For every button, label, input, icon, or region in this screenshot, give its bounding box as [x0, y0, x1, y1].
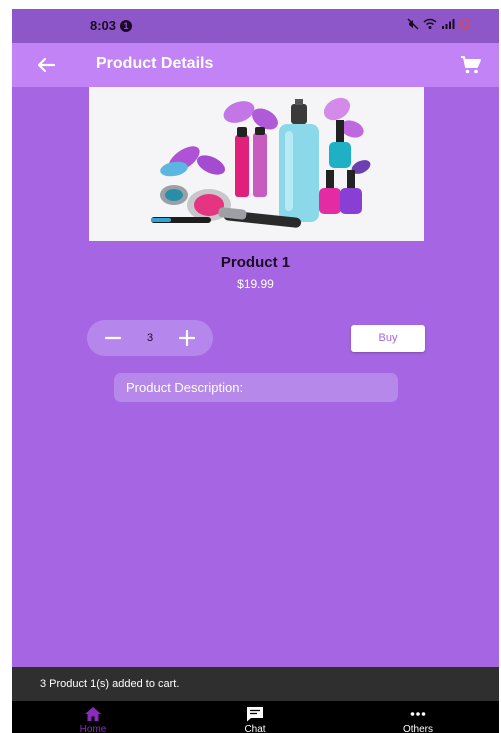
page-title: Product Details	[96, 55, 214, 72]
status-icons	[407, 18, 471, 30]
wifi-icon	[423, 18, 437, 29]
shopping-cart-icon[interactable]	[459, 53, 483, 77]
more-icon	[410, 712, 426, 716]
status-time-group: 8:03 1	[90, 18, 133, 33]
back-arrow-icon[interactable]	[34, 53, 58, 77]
product-description-label: Product Description:	[114, 373, 398, 402]
nav-item-others[interactable]: Others	[368, 701, 468, 733]
minus-icon[interactable]	[104, 329, 122, 347]
nav-item-chat[interactable]: Chat	[205, 701, 305, 733]
nav-label-home: Home	[79, 724, 107, 733]
mute-icon	[407, 18, 419, 30]
nav-label-chat: Chat	[244, 724, 266, 733]
product-name: Product 1	[220, 254, 291, 271]
cosmetics-illustration	[89, 87, 424, 241]
nav-item-home[interactable]: Home	[43, 701, 143, 733]
quantity-stepper: 3	[87, 320, 213, 356]
nav-label-others: Others	[402, 724, 433, 733]
product-price: $19.99	[237, 277, 274, 291]
status-bar: 8:03 1	[12, 9, 499, 43]
status-time: 8:03	[90, 18, 117, 33]
bottom-navigation: Home Chat Others	[12, 701, 499, 733]
quantity-value: 3	[146, 332, 154, 344]
app-bar: Product Details	[12, 43, 499, 87]
plus-icon[interactable]	[178, 329, 196, 347]
notification-badge: 1	[120, 19, 133, 32]
home-icon	[85, 707, 101, 721]
phone-screen: 8:03 1 Product Details Product 1 $19.99 …	[12, 9, 499, 733]
chat-icon	[247, 707, 263, 722]
product-image	[89, 87, 424, 241]
snackbar-message: 3 Product 1(s) added to cart.	[12, 667, 499, 701]
signal-icon	[442, 19, 455, 29]
battery-icon	[459, 18, 471, 30]
buy-button[interactable]: Buy	[351, 325, 425, 352]
